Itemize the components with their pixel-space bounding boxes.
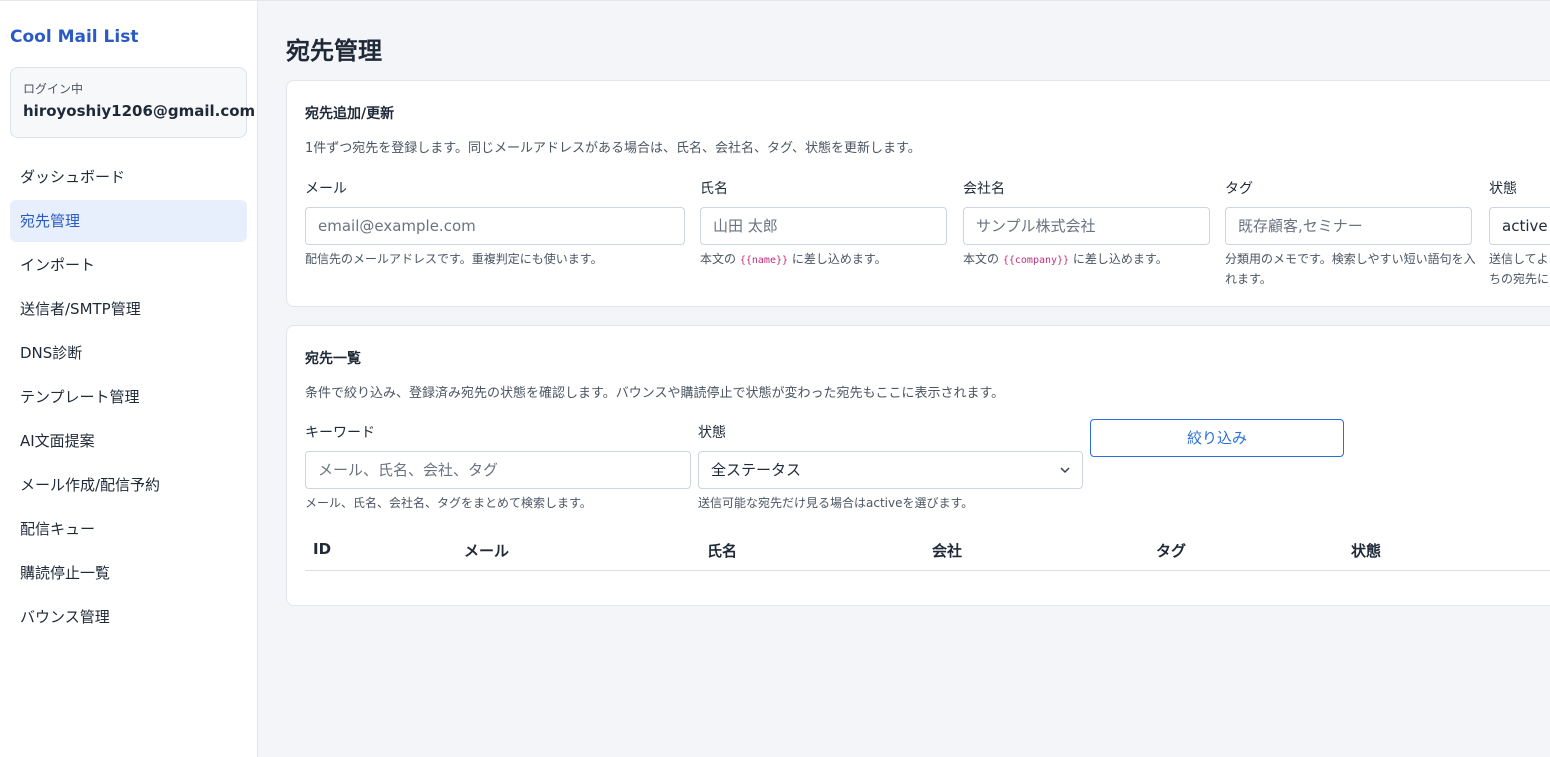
column-header-company[interactable]: 会社 bbox=[932, 540, 962, 561]
column-header-id[interactable]: ID bbox=[313, 540, 331, 558]
status-select-value: active bbox=[1502, 217, 1548, 235]
recipient-list-card: 宛先一覧 条件で絞り込み、登録済み宛先の状態を確認します。バウンスや購読停止で状… bbox=[286, 325, 1550, 606]
email-input[interactable] bbox=[305, 207, 685, 245]
company-input[interactable] bbox=[963, 207, 1210, 245]
brand-logo[interactable]: Cool Mail List bbox=[10, 25, 247, 49]
name-input[interactable] bbox=[700, 207, 947, 245]
chevron-down-icon bbox=[1060, 467, 1070, 474]
name-hint: 本文の {{name}} に差し込めます。 bbox=[700, 249, 887, 271]
nav-item-queue[interactable]: 配信キュー bbox=[10, 508, 247, 550]
status-hint-line1: 送信してよい bbox=[1489, 252, 1550, 266]
nav-item-recipients[interactable]: 宛先管理 bbox=[10, 200, 247, 242]
page-title: 宛先管理 bbox=[286, 37, 382, 65]
add-recipient-card: 宛先追加/更新 1件ずつ宛先を登録します。同じメールアドレスがある場合は、氏名、… bbox=[286, 80, 1550, 307]
nav-item-import[interactable]: インポート bbox=[10, 244, 247, 286]
status-filter-value: 全ステータス bbox=[711, 461, 802, 479]
list-card-description: 条件で絞り込み、登録済み宛先の状態を確認します。バウンスや購読停止で状態が変わっ… bbox=[305, 386, 1005, 401]
nav-item-dashboard[interactable]: ダッシュボード bbox=[10, 156, 247, 198]
status-filter-label: 状態 bbox=[698, 425, 726, 441]
add-card-title: 宛先追加/更新 bbox=[305, 106, 395, 122]
nav-item-smtp[interactable]: 送信者/SMTP管理 bbox=[10, 288, 247, 330]
login-info: ログイン中 hiroyoshiy1206@gmail.com bbox=[10, 67, 256, 138]
login-email: hiroyoshiy1206@gmail.com bbox=[23, 102, 256, 120]
column-header-name[interactable]: 氏名 bbox=[707, 540, 737, 561]
login-label: ログイン中 bbox=[23, 82, 84, 96]
tag-input[interactable] bbox=[1225, 207, 1472, 245]
status-filter-hint: 送信可能な宛先だけ見る場合はactiveを選びます。 bbox=[698, 496, 974, 510]
company-placeholder-code: {{company}} bbox=[1002, 255, 1070, 266]
sidebar-nav: ダッシュボード 宛先管理 インポート 送信者/SMTP管理 DNS診断 テンプレ… bbox=[10, 156, 247, 638]
name-placeholder-code: {{name}} bbox=[739, 255, 789, 266]
status-hint-line2: ちの宛先に bbox=[1489, 272, 1550, 286]
tag-hint-line2: れます。 bbox=[1225, 272, 1272, 286]
status-filter-select[interactable]: 全ステータス bbox=[698, 451, 1083, 489]
name-hint-before: 本文の bbox=[700, 252, 737, 266]
filter-button[interactable]: 絞り込み bbox=[1090, 419, 1344, 457]
keyword-hint: メール、氏名、会社名、タグをまとめて検索します。 bbox=[305, 496, 592, 510]
company-label: 会社名 bbox=[963, 181, 1005, 197]
status-select[interactable]: active bbox=[1489, 207, 1550, 245]
main-content: 宛先管理 宛先追加/更新 1件ずつ宛先を登録します。同じメールアドレスがある場合… bbox=[258, 0, 1550, 757]
tag-label: タグ bbox=[1225, 181, 1253, 197]
company-hint-before: 本文の bbox=[963, 252, 1000, 266]
sidebar: Cool Mail List ログイン中 hiroyoshiy1206@gmai… bbox=[0, 0, 258, 757]
column-header-email[interactable]: メール bbox=[464, 540, 509, 561]
email-label: メール bbox=[305, 181, 347, 197]
email-hint: 配信先のメールアドレスです。重複判定にも使います。 bbox=[305, 252, 603, 266]
nav-item-bounces[interactable]: バウンス管理 bbox=[10, 596, 247, 638]
status-label: 状態 bbox=[1489, 181, 1517, 197]
name-hint-after: に差し込めます。 bbox=[791, 252, 887, 266]
keyword-label: キーワード bbox=[305, 425, 375, 441]
nav-item-unsubscribes[interactable]: 購読停止一覧 bbox=[10, 552, 247, 594]
table-divider bbox=[305, 570, 1550, 571]
list-card-title: 宛先一覧 bbox=[305, 351, 361, 367]
name-label: 氏名 bbox=[700, 181, 728, 197]
nav-item-dns[interactable]: DNS診断 bbox=[10, 332, 247, 374]
nav-item-templates[interactable]: テンプレート管理 bbox=[10, 376, 247, 418]
tag-hint-line1: 分類用のメモです。検索しやすい短い語句を入 bbox=[1225, 252, 1476, 266]
nav-item-ai-suggest[interactable]: AI文面提案 bbox=[10, 420, 247, 462]
nav-item-compose[interactable]: メール作成/配信予約 bbox=[10, 464, 247, 506]
company-hint: 本文の {{company}} に差し込めます。 bbox=[963, 249, 1168, 271]
company-hint-after: に差し込めます。 bbox=[1072, 252, 1168, 266]
keyword-search-input[interactable] bbox=[305, 451, 691, 489]
add-card-description: 1件ずつ宛先を登録します。同じメールアドレスがある場合は、氏名、会社名、タグ、状… bbox=[305, 141, 921, 156]
column-header-status[interactable]: 状態 bbox=[1351, 540, 1381, 561]
column-header-tag[interactable]: タグ bbox=[1156, 540, 1186, 561]
